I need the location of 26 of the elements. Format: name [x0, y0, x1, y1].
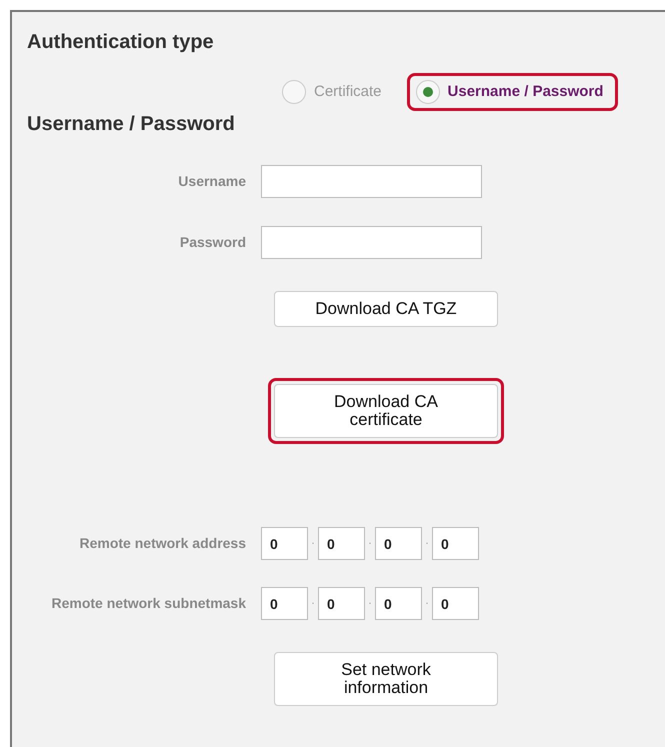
octet-input[interactable]: 0 — [261, 527, 308, 560]
octet-input[interactable]: 0 — [432, 527, 479, 560]
text-input[interactable] — [261, 165, 482, 198]
separator-dot: · — [424, 537, 430, 551]
text-input[interactable] — [261, 226, 482, 259]
field-label: Remote network address — [78, 534, 247, 553]
field-label: Password — [178, 233, 247, 252]
octet-input[interactable]: 0 — [318, 527, 365, 560]
separator-dot: · — [367, 597, 373, 611]
section-heading: Username / Password — [27, 112, 236, 136]
separator-dot: · — [424, 597, 430, 611]
octet-input[interactable]: 0 — [375, 527, 422, 560]
octet-input[interactable]: 0 — [432, 587, 479, 620]
field-label: Remote network subnetmask — [50, 594, 247, 613]
section-heading: Authentication type — [27, 30, 215, 54]
octet-input[interactable]: 0 — [318, 587, 365, 620]
separator-dot: · — [310, 537, 316, 551]
action-button[interactable]: Download CA certificate — [274, 384, 498, 438]
radio-option[interactable]: Username / Password — [406, 73, 618, 111]
action-button[interactable]: Set network information — [274, 652, 498, 706]
separator-dot: · — [367, 537, 373, 551]
octet-input[interactable]: 0 — [261, 587, 308, 620]
field-label: Username — [177, 172, 247, 191]
separator-dot: · — [310, 597, 316, 611]
action-button[interactable]: Download CA TGZ — [274, 291, 498, 327]
octet-input[interactable]: 0 — [375, 587, 422, 620]
